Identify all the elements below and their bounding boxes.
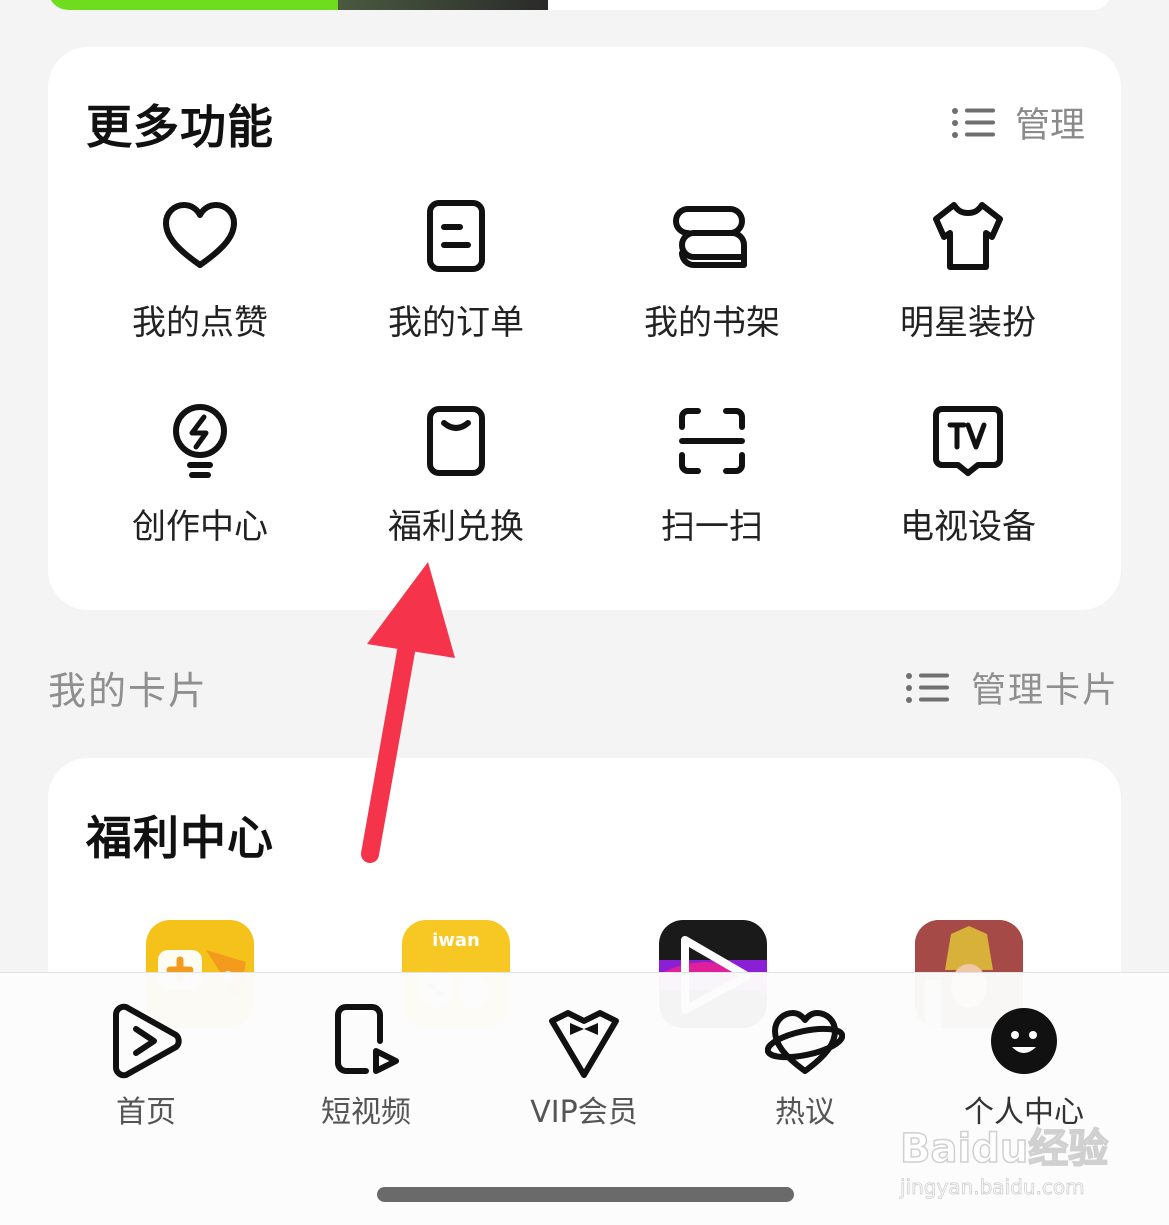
- tab-label: 热议: [775, 1095, 835, 1130]
- manage-cards-label: 管理卡片: [970, 671, 1119, 711]
- manage-label: 管理: [1014, 106, 1085, 146]
- feature-label: 创作中心: [132, 507, 268, 547]
- home-indicator[interactable]: [377, 1187, 794, 1202]
- bookshelf-icon: [673, 206, 747, 268]
- manage-button[interactable]: 管理: [951, 97, 1085, 148]
- feature-label: 明星装扮: [900, 303, 1036, 343]
- baidu-jingyan-watermark: Baidu经验 jingyan.baidu.com: [899, 1125, 1109, 1199]
- tab-label: VIP会员: [530, 1095, 638, 1130]
- tab-label: 短视频: [321, 1095, 411, 1130]
- feature-label: 我的订单: [388, 303, 524, 343]
- order-icon: [427, 200, 485, 272]
- feature-scan[interactable]: 扫一扫: [584, 401, 840, 548]
- smiley-icon: [991, 1008, 1057, 1074]
- tshirt-icon: [933, 202, 1003, 270]
- feature-my-likes[interactable]: 我的点赞: [72, 197, 328, 344]
- tv-icon: [933, 406, 1003, 476]
- feature-label: 扫一扫: [661, 507, 763, 547]
- watermark-url: jingyan.baidu.com: [899, 1175, 1085, 1199]
- tab-home[interactable]: 首页: [56, 1001, 236, 1131]
- tab-vip[interactable]: VIP会员: [494, 1001, 674, 1131]
- feature-my-bookshelf[interactable]: 我的书架: [584, 197, 840, 344]
- tab-personal-center[interactable]: 个人中心: [934, 1001, 1114, 1131]
- feature-creator-center[interactable]: 创作中心: [72, 401, 328, 548]
- my-cards-header: 我的卡片 管理卡片: [48, 660, 1121, 713]
- feature-label: 我的书架: [644, 303, 780, 343]
- feature-label: 福利兑换: [388, 507, 524, 547]
- feature-my-orders[interactable]: 我的订单: [328, 197, 584, 344]
- play-circle-icon: [113, 1003, 182, 1079]
- more-features-card: 更多功能 管理 我的点赞 我的订单 我的书架 明星装扮 创作中心 福利兑换 扫一…: [48, 47, 1121, 610]
- feature-welfare-redeem[interactable]: 福利兑换: [328, 401, 584, 548]
- vip-bowtie-icon: [549, 1010, 619, 1078]
- list-icon: [905, 672, 949, 703]
- feature-label: 电视设备: [900, 507, 1036, 547]
- banner-dark-edge: [338, 0, 548, 10]
- short-video-icon: [335, 1004, 399, 1074]
- gift-card-icon: [427, 406, 485, 476]
- tab-short-video[interactable]: 短视频: [276, 1001, 456, 1131]
- top-banner-remnant: [48, 0, 1112, 10]
- feature-star-dressup[interactable]: 明星装扮: [840, 197, 1096, 344]
- more-features-title: 更多功能: [86, 100, 274, 154]
- heart-icon: [163, 202, 237, 268]
- banner-green-edge: [48, 0, 348, 10]
- welfare-center-title: 福利中心: [86, 811, 274, 865]
- lightbulb-icon: [173, 404, 227, 478]
- manage-cards-button[interactable]: 管理卡片: [905, 662, 1119, 713]
- watermark-logo: Baidu经验: [900, 1126, 1108, 1172]
- feature-tv-device[interactable]: 电视设备: [840, 401, 1096, 548]
- scan-icon: [679, 408, 745, 474]
- feature-label: 我的点赞: [132, 303, 268, 343]
- heart-planet-icon: [765, 1010, 845, 1074]
- tab-hot-discussion[interactable]: 热议: [715, 1001, 895, 1131]
- list-icon: [951, 107, 995, 138]
- iwan-app-label: iwan: [432, 930, 480, 951]
- my-cards-title: 我的卡片: [48, 669, 209, 713]
- tab-label: 首页: [116, 1095, 176, 1130]
